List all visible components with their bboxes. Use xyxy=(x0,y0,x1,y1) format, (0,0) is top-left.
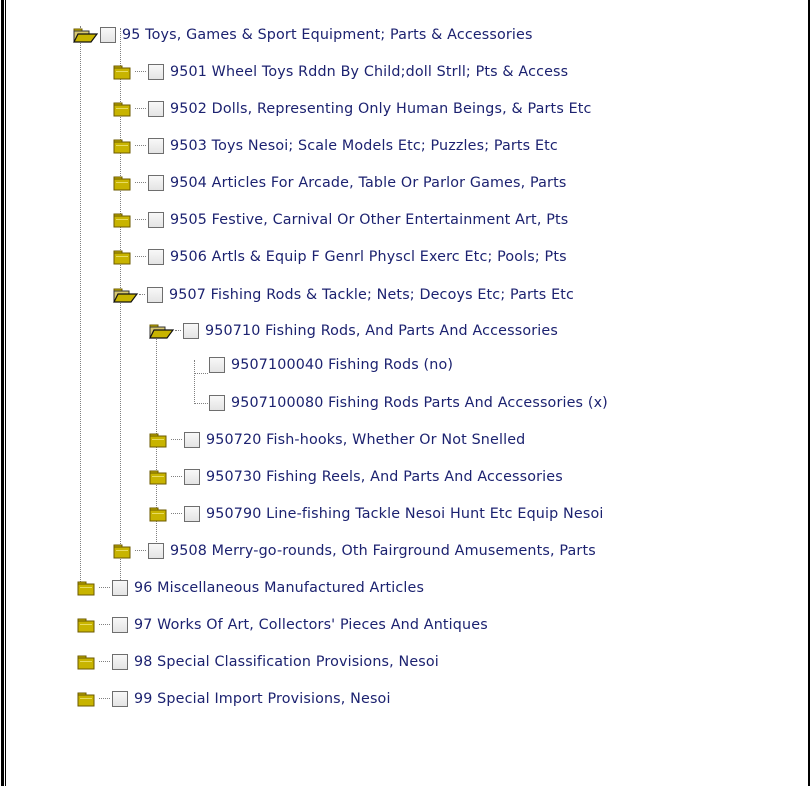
tree-node-9502[interactable]: 9502 Dolls, Representing Only Human Bein… xyxy=(112,93,592,125)
node-label[interactable]: 99 Special Import Provisions, Nesoi xyxy=(134,691,391,707)
node-label[interactable]: 9503 Toys Nesoi; Scale Models Etc; Puzzl… xyxy=(170,138,558,154)
open-folder-icon[interactable] xyxy=(112,286,138,304)
node-label[interactable]: 96 Miscellaneous Manufactured Articles xyxy=(134,580,424,596)
node-label[interactable]: 950730 Fishing Reels, And Parts And Acce… xyxy=(206,469,563,485)
node-label[interactable]: 950720 Fish-hooks, Whether Or Not Snelle… xyxy=(206,432,525,448)
tree-node-9501[interactable]: 9501 Wheel Toys Rddn By Child;doll Strll… xyxy=(112,56,568,88)
node-checkbox[interactable] xyxy=(184,506,200,522)
closed-folder-icon[interactable] xyxy=(76,690,98,708)
node-checkbox[interactable] xyxy=(209,357,225,373)
tree-node-99[interactable]: 99 Special Import Provisions, Nesoi xyxy=(76,683,391,715)
node-checkbox[interactable] xyxy=(183,323,199,339)
tree-node-9503[interactable]: 9503 Toys Nesoi; Scale Models Etc; Puzzl… xyxy=(112,130,558,162)
tree-node-9507100080[interactable]: 9507100080 Fishing Rods Parts And Access… xyxy=(209,387,608,419)
node-checkbox[interactable] xyxy=(148,249,164,265)
open-folder-icon[interactable] xyxy=(148,322,174,340)
tree-node-9507100040[interactable]: 9507100040 Fishing Rods (no) xyxy=(209,349,453,381)
node-checkbox[interactable] xyxy=(184,469,200,485)
closed-folder-icon[interactable] xyxy=(112,63,134,81)
closed-folder-icon[interactable] xyxy=(76,653,98,671)
node-checkbox[interactable] xyxy=(100,27,116,43)
node-checkbox[interactable] xyxy=(148,212,164,228)
open-folder-icon[interactable] xyxy=(72,26,98,44)
closed-folder-icon[interactable] xyxy=(112,174,134,192)
closed-folder-icon[interactable] xyxy=(112,100,134,118)
closed-folder-icon[interactable] xyxy=(76,579,98,597)
tree-node-9508[interactable]: 9508 Merry-go-rounds, Oth Fairground Amu… xyxy=(112,535,596,567)
tree-node-96[interactable]: 96 Miscellaneous Manufactured Articles xyxy=(76,572,424,604)
window-left-border xyxy=(5,0,6,786)
tree-node-9505[interactable]: 9505 Festive, Carnival Or Other Entertai… xyxy=(112,204,568,236)
node-label[interactable]: 9507100080 Fishing Rods Parts And Access… xyxy=(231,395,608,411)
node-checkbox[interactable] xyxy=(148,64,164,80)
closed-folder-icon[interactable] xyxy=(148,468,170,486)
node-checkbox[interactable] xyxy=(209,395,225,411)
tree-node-9506[interactable]: 9506 Artls & Equip F Genrl Physcl Exerc … xyxy=(112,241,567,273)
node-checkbox[interactable] xyxy=(147,287,163,303)
node-label[interactable]: 98 Special Classification Provisions, Ne… xyxy=(134,654,439,670)
tree-node-97[interactable]: 97 Works Of Art, Collectors' Pieces And … xyxy=(76,609,488,641)
tree-guide-line xyxy=(195,403,208,405)
tree-node-95[interactable]: 95 Toys, Games & Sport Equipment; Parts … xyxy=(72,19,533,51)
tree-node-950790[interactable]: 950790 Line-fishing Tackle Nesoi Hunt Et… xyxy=(148,498,603,530)
tree-guide-line xyxy=(195,373,208,375)
window-right-border xyxy=(808,0,810,786)
tree-node-9504[interactable]: 9504 Articles For Arcade, Table Or Parlo… xyxy=(112,167,566,199)
closed-folder-icon[interactable] xyxy=(112,542,134,560)
closed-folder-icon[interactable] xyxy=(112,248,134,266)
node-label[interactable]: 9508 Merry-go-rounds, Oth Fairground Amu… xyxy=(170,543,596,559)
node-checkbox[interactable] xyxy=(112,654,128,670)
tree-node-98[interactable]: 98 Special Classification Provisions, Ne… xyxy=(76,646,439,678)
closed-folder-icon[interactable] xyxy=(148,431,170,449)
node-label[interactable]: 97 Works Of Art, Collectors' Pieces And … xyxy=(134,617,488,633)
node-checkbox[interactable] xyxy=(112,580,128,596)
tree-node-9507[interactable]: 9507 Fishing Rods & Tackle; Nets; Decoys… xyxy=(112,279,574,311)
node-checkbox[interactable] xyxy=(148,101,164,117)
node-label[interactable]: 950790 Line-fishing Tackle Nesoi Hunt Et… xyxy=(206,506,603,522)
node-checkbox[interactable] xyxy=(148,175,164,191)
tree-node-950730[interactable]: 950730 Fishing Reels, And Parts And Acce… xyxy=(148,461,563,493)
node-checkbox[interactable] xyxy=(112,691,128,707)
node-label[interactable]: 95 Toys, Games & Sport Equipment; Parts … xyxy=(122,27,533,43)
node-label[interactable]: 9506 Artls & Equip F Genrl Physcl Exerc … xyxy=(170,249,567,265)
node-label[interactable]: 9502 Dolls, Representing Only Human Bein… xyxy=(170,101,592,117)
node-checkbox[interactable] xyxy=(112,617,128,633)
node-label[interactable]: 9501 Wheel Toys Rddn By Child;doll Strll… xyxy=(170,64,568,80)
node-checkbox[interactable] xyxy=(148,138,164,154)
node-label[interactable]: 9504 Articles For Arcade, Table Or Parlo… xyxy=(170,175,566,191)
tree-guide-line xyxy=(194,360,196,404)
closed-folder-icon[interactable] xyxy=(76,616,98,634)
closed-folder-icon[interactable] xyxy=(112,137,134,155)
tree-node-950710[interactable]: 950710 Fishing Rods, And Parts And Acces… xyxy=(148,315,558,347)
tree-panel: 95 Toys, Games & Sport Equipment; Parts … xyxy=(6,0,808,786)
tree-node-950720[interactable]: 950720 Fish-hooks, Whether Or Not Snelle… xyxy=(148,424,525,456)
node-label[interactable]: 9505 Festive, Carnival Or Other Entertai… xyxy=(170,212,568,228)
closed-folder-icon[interactable] xyxy=(112,211,134,229)
tree-frame: 95 Toys, Games & Sport Equipment; Parts … xyxy=(0,0,812,786)
node-label[interactable]: 9507100040 Fishing Rods (no) xyxy=(231,357,453,373)
window-left-border xyxy=(1,0,4,786)
node-checkbox[interactable] xyxy=(184,432,200,448)
node-label[interactable]: 950710 Fishing Rods, And Parts And Acces… xyxy=(205,323,558,339)
closed-folder-icon[interactable] xyxy=(148,505,170,523)
node-checkbox[interactable] xyxy=(148,543,164,559)
node-label[interactable]: 9507 Fishing Rods & Tackle; Nets; Decoys… xyxy=(169,287,574,303)
tree-guide-line xyxy=(80,26,82,592)
